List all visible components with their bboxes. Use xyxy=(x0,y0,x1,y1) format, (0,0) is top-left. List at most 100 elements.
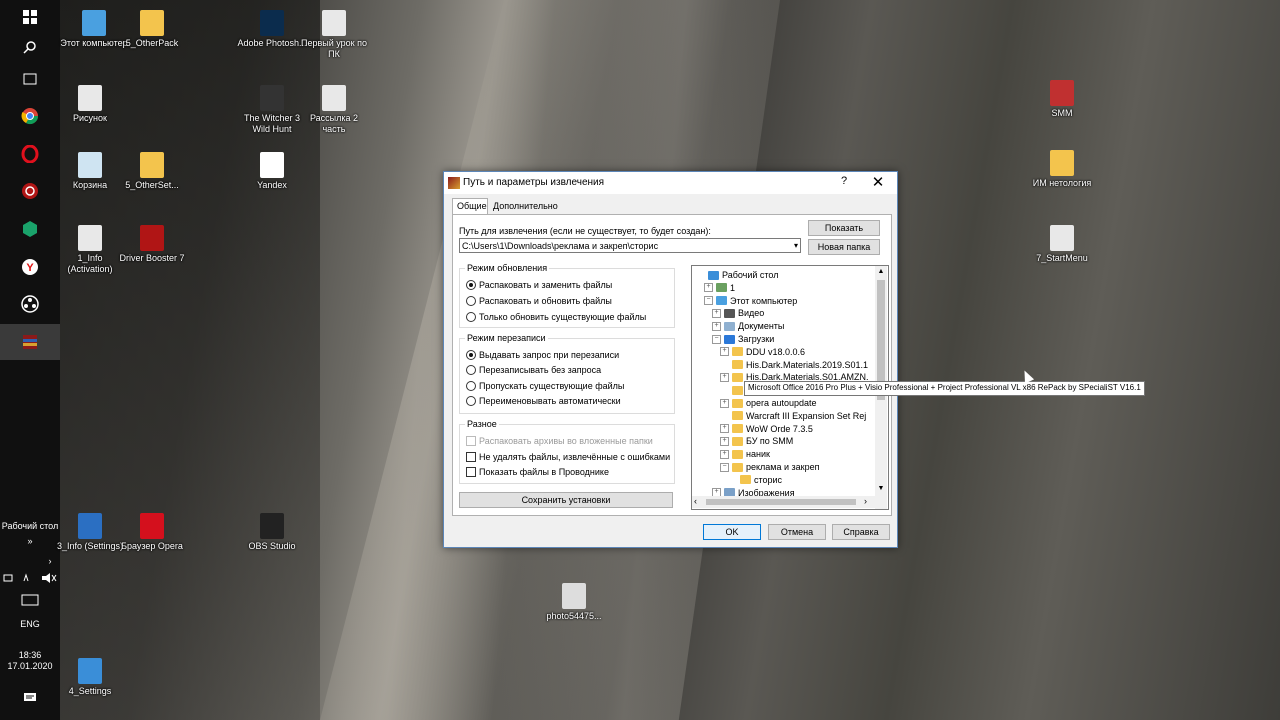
scroll-up-icon[interactable]: ▲ xyxy=(876,266,886,278)
desktop-toolbar-label[interactable]: Рабочий стол xyxy=(0,521,60,532)
desktop-icon[interactable]: Рисунок xyxy=(54,85,126,124)
tree-node[interactable]: + Видео xyxy=(712,307,764,319)
obs-icon[interactable] xyxy=(18,292,42,316)
collapse-icon[interactable]: − xyxy=(720,462,729,472)
desktop-icon[interactable]: Первый урок по ПК xyxy=(298,10,370,60)
tree-node[interactable]: His.Dark.Materials.2019.S01.1 xyxy=(720,359,868,371)
expand-icon[interactable]: + xyxy=(704,283,713,293)
search-icon[interactable] xyxy=(18,35,42,59)
expand-icon[interactable]: + xyxy=(720,436,729,446)
help-button[interactable]: Справка xyxy=(832,524,890,540)
tree-node[interactable]: − Загрузки xyxy=(712,333,774,345)
desktop-icon[interactable]: OBS Studio xyxy=(236,513,308,552)
desktop-icon[interactable]: Driver Booster 7 xyxy=(116,225,188,264)
misc-option-show-in-explorer[interactable]: Показать файлы в Проводнике xyxy=(466,467,609,477)
update-mode-option-replace[interactable]: Распаковать и заменить файлы xyxy=(466,280,612,290)
expand-icon[interactable]: + xyxy=(720,372,729,382)
task-view-icon[interactable] xyxy=(18,67,42,91)
clock-time[interactable]: 18:36 xyxy=(0,650,60,661)
radio-button[interactable] xyxy=(466,381,476,391)
desktop-icon[interactable]: 5_OtherPack xyxy=(116,10,188,49)
keyboard-icon[interactable] xyxy=(18,588,42,612)
hscroll-thumb[interactable] xyxy=(706,499,856,505)
folder-icon xyxy=(740,475,751,485)
radio-button[interactable] xyxy=(466,350,476,360)
cancel-button[interactable]: Отмена xyxy=(768,524,826,540)
desktop-icon[interactable]: 7_StartMenu xyxy=(1026,225,1098,264)
tree-node[interactable]: сторис xyxy=(728,474,782,486)
radio-button[interactable] xyxy=(466,280,476,290)
ok-button[interactable]: OK xyxy=(703,524,761,540)
collapse-icon[interactable]: − xyxy=(704,296,713,306)
close-icon[interactable]: ✕ xyxy=(870,173,886,191)
tree-node[interactable]: + наник xyxy=(720,448,770,460)
tray-icons[interactable] xyxy=(2,566,58,590)
update-mode-option-update[interactable]: Распаковать и обновить файлы xyxy=(466,296,612,306)
desktop-icon[interactable]: 5_OtherSet... xyxy=(116,152,188,191)
tree-node[interactable]: − Этот компьютер xyxy=(704,295,797,307)
desktop-icon[interactable]: Рассылка 2 часть xyxy=(298,85,370,135)
help-icon[interactable]: ? xyxy=(837,175,851,187)
desktop-icon[interactable]: photo54475... xyxy=(538,583,610,622)
tree-node[interactable]: Рабочий стол xyxy=(696,269,779,281)
desktop-icon[interactable]: SMM xyxy=(1026,80,1098,119)
show-button[interactable]: Показать xyxy=(808,220,880,236)
desktop-icon[interactable]: Yandex xyxy=(236,152,308,191)
checkbox[interactable] xyxy=(466,452,476,462)
overwrite-option-rename[interactable]: Переименовывать автоматически xyxy=(466,396,621,406)
expand-icon[interactable]: + xyxy=(720,347,729,357)
new-folder-button[interactable]: Новая папка xyxy=(808,239,880,255)
checkbox[interactable] xyxy=(466,467,476,477)
tree-node[interactable]: + DDU v18.0.0.6 xyxy=(720,346,805,358)
language-indicator[interactable]: ENG xyxy=(0,619,60,630)
overwrite-option-skip[interactable]: Пропускать существующие файлы xyxy=(466,381,624,391)
tree-node[interactable]: Warcraft III Expansion Set Rej xyxy=(720,410,866,422)
desktop-toolbar-chevron[interactable]: » xyxy=(0,536,60,547)
radio-button[interactable] xyxy=(466,312,476,322)
dialog-titlebar[interactable]: Путь и параметры извлечения ? ✕ xyxy=(444,172,897,194)
yandex-browser-icon[interactable]: Y xyxy=(18,255,42,279)
tree-node[interactable]: − реклама и закреп xyxy=(720,461,819,473)
destination-path-input[interactable]: C:\Users\1\Downloads\реклама и закреп\ст… xyxy=(459,238,801,253)
update-mode-option-fresh[interactable]: Только обновить существующие файлы xyxy=(466,312,646,322)
notifications-icon[interactable] xyxy=(18,686,42,710)
scroll-down-icon[interactable]: ▼ xyxy=(876,483,886,495)
driver-booster-icon xyxy=(140,225,164,251)
scroll-right-icon[interactable]: › xyxy=(864,496,867,506)
scroll-left-icon[interactable]: ‹ xyxy=(694,496,697,506)
desktop-icon[interactable]: 4_Settings xyxy=(54,658,126,697)
tree-node[interactable]: +1 xyxy=(704,282,735,294)
winrar-icon[interactable] xyxy=(18,330,42,354)
tree-node[interactable]: + БУ по SMM xyxy=(720,435,793,447)
tree-node[interactable]: + WoW Orde 7.3.5 xyxy=(720,423,813,435)
save-settings-button[interactable]: Сохранить установки xyxy=(459,492,673,508)
driver-booster-icon[interactable] xyxy=(18,179,42,203)
overwrite-option-overwrite[interactable]: Перезаписывать без запроса xyxy=(466,365,601,375)
expand-icon[interactable]: + xyxy=(720,398,729,408)
app-hexagon-icon[interactable] xyxy=(18,217,42,241)
desktop-icon[interactable]: ИМ нетология xyxy=(1026,150,1098,189)
chevron-down-icon[interactable]: ▾ xyxy=(794,239,798,253)
expand-icon[interactable]: + xyxy=(712,321,721,331)
overwrite-option-ask[interactable]: Выдавать запрос при перезаписи xyxy=(466,350,619,360)
chrome-icon[interactable] xyxy=(18,104,42,128)
expand-icon[interactable]: + xyxy=(712,308,721,318)
expand-icon[interactable]: + xyxy=(720,449,729,459)
collapse-icon[interactable]: − xyxy=(712,334,721,344)
desktop-icon[interactable]: Браузер Opera xyxy=(116,513,188,552)
tree-node[interactable]: + Документы xyxy=(712,320,784,332)
clock-date[interactable]: 17.01.2020 xyxy=(0,661,60,672)
tree-horizontal-scrollbar[interactable]: ‹ › xyxy=(692,496,875,508)
tree-node-label: Документы xyxy=(738,321,785,332)
expand-icon[interactable]: + xyxy=(720,424,729,434)
radio-button[interactable] xyxy=(466,396,476,406)
windows-start-icon[interactable] xyxy=(18,5,42,29)
radio-button[interactable] xyxy=(466,296,476,306)
tab-advanced[interactable]: Дополнительно xyxy=(489,199,559,214)
opera-icon[interactable] xyxy=(18,142,42,166)
radio-button[interactable] xyxy=(466,365,476,375)
tree-node[interactable] xyxy=(720,384,746,396)
tree-node[interactable]: + opera autoupdate xyxy=(720,397,817,409)
tab-general[interactable]: Общие xyxy=(452,198,488,215)
misc-option-keep-broken[interactable]: Не удалять файлы, извлечённые с ошибками xyxy=(466,452,670,462)
